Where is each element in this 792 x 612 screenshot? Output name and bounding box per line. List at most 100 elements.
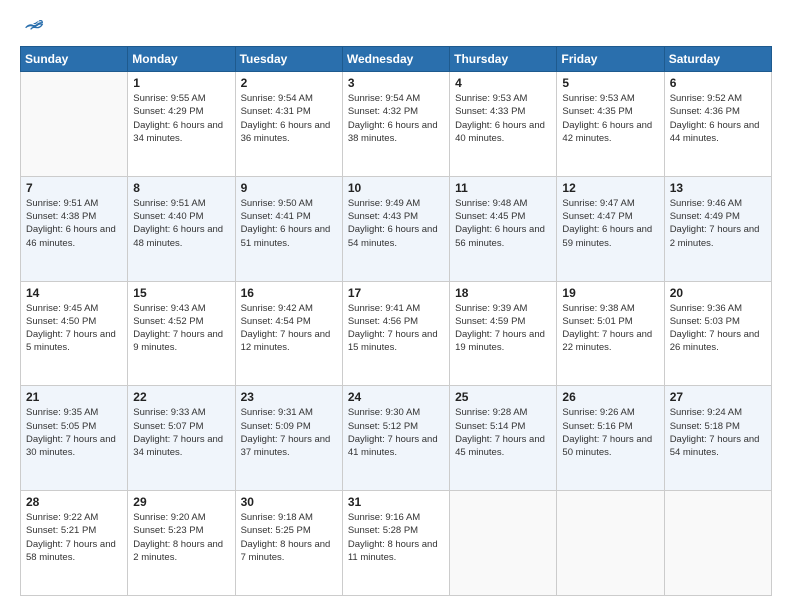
calendar-week-row: 21Sunrise: 9:35 AMSunset: 5:05 PMDayligh… xyxy=(21,386,772,491)
day-number: 31 xyxy=(348,495,444,509)
calendar-cell: 23 Sunrise: 9:31 AMSunset: 5:09 PMDayligh… xyxy=(235,386,342,491)
calendar-cell: 15Sunrise: 9:43 AMSunset: 4:52 PMDayligh… xyxy=(128,281,235,386)
day-number: 25 xyxy=(455,390,551,404)
day-number: 14 xyxy=(26,286,122,300)
day-info: Sunrise: 9:41 AMSunset: 4:56 PMDaylight:… xyxy=(348,302,444,355)
calendar-cell xyxy=(664,491,771,596)
day-number: 12 xyxy=(562,181,658,195)
calendar-cell: 14 Sunrise: 9:45 AMSunset: 4:50 PMDayligh… xyxy=(21,281,128,386)
calendar-cell xyxy=(21,72,128,177)
calendar-header-monday: Monday xyxy=(128,47,235,72)
calendar-cell: 13 Sunrise: 9:46 AMSunset: 4:49 PMDayligh… xyxy=(664,176,771,281)
day-info: Sunrise: 9:20 AMSunset: 5:23 PMDaylight:… xyxy=(133,511,229,564)
calendar-table: SundayMondayTuesdayWednesdayThursdayFrid… xyxy=(20,46,772,596)
day-number: 2 xyxy=(241,76,337,90)
calendar-header-thursday: Thursday xyxy=(450,47,557,72)
calendar-header-tuesday: Tuesday xyxy=(235,47,342,72)
calendar-cell: 10 Sunrise: 9:49 AMSunset: 4:43 PMDayligh… xyxy=(342,176,449,281)
calendar-cell: 2 Sunrise: 9:54 AMSunset: 4:31 PMDaylight… xyxy=(235,72,342,177)
calendar-header-friday: Friday xyxy=(557,47,664,72)
calendar-cell: 1Sunrise: 9:55 AMSunset: 4:29 PMDaylight… xyxy=(128,72,235,177)
day-info: Sunrise: 9:55 AMSunset: 4:29 PMDaylight:… xyxy=(133,92,229,145)
day-info: Sunrise: 9:54 AMSunset: 4:31 PMDaylight:… xyxy=(241,92,337,145)
day-info: Sunrise: 9:47 AMSunset: 4:47 PMDaylight:… xyxy=(562,197,658,250)
calendar-cell: 7 Sunrise: 9:51 AMSunset: 4:38 PMDaylight… xyxy=(21,176,128,281)
day-info: Sunrise: 9:33 AMSunset: 5:07 PMDaylight:… xyxy=(133,406,229,459)
day-number: 24 xyxy=(348,390,444,404)
day-number: 20 xyxy=(670,286,766,300)
day-info: Sunrise: 9:36 AMSunset: 5:03 PMDaylight:… xyxy=(670,302,766,355)
calendar-cell: 30 Sunrise: 9:18 AMSunset: 5:25 PMDayligh… xyxy=(235,491,342,596)
day-number: 27 xyxy=(670,390,766,404)
day-number: 9 xyxy=(241,181,337,195)
calendar-cell: 16 Sunrise: 9:42 AMSunset: 4:54 PMDayligh… xyxy=(235,281,342,386)
day-number: 19 xyxy=(562,286,658,300)
day-info: Sunrise: 9:39 AMSunset: 4:59 PMDaylight:… xyxy=(455,302,551,355)
day-info: Sunrise: 9:42 AMSunset: 4:54 PMDaylight:… xyxy=(241,302,337,355)
day-number: 23 xyxy=(241,390,337,404)
day-info: Sunrise: 9:51 AMSunset: 4:40 PMDaylight:… xyxy=(133,197,229,250)
calendar-cell: 24 Sunrise: 9:30 AMSunset: 5:12 PMDayligh… xyxy=(342,386,449,491)
header xyxy=(20,16,772,36)
day-number: 6 xyxy=(670,76,766,90)
day-number: 17 xyxy=(348,286,444,300)
calendar-cell: 27 Sunrise: 9:24 AMSunset: 5:18 PMDayligh… xyxy=(664,386,771,491)
day-info: Sunrise: 9:53 AMSunset: 4:33 PMDaylight:… xyxy=(455,92,551,145)
day-info: Sunrise: 9:35 AMSunset: 5:05 PMDaylight:… xyxy=(26,406,122,459)
logo-bird-icon xyxy=(24,16,44,36)
day-number: 18 xyxy=(455,286,551,300)
calendar-cell: 9 Sunrise: 9:50 AMSunset: 4:41 PMDaylight… xyxy=(235,176,342,281)
calendar-cell: 11Sunrise: 9:48 AMSunset: 4:45 PMDayligh… xyxy=(450,176,557,281)
day-number: 4 xyxy=(455,76,551,90)
logo xyxy=(20,16,46,36)
day-number: 13 xyxy=(670,181,766,195)
calendar-cell: 25Sunrise: 9:28 AMSunset: 5:14 PMDayligh… xyxy=(450,386,557,491)
page: SundayMondayTuesdayWednesdayThursdayFrid… xyxy=(0,0,792,612)
calendar-cell: 21Sunrise: 9:35 AMSunset: 5:05 PMDayligh… xyxy=(21,386,128,491)
day-number: 11 xyxy=(455,181,551,195)
day-number: 22 xyxy=(133,390,229,404)
calendar-cell: 5 Sunrise: 9:53 AMSunset: 4:35 PMDaylight… xyxy=(557,72,664,177)
calendar-cell: 4 Sunrise: 9:53 AMSunset: 4:33 PMDaylight… xyxy=(450,72,557,177)
day-info: Sunrise: 9:46 AMSunset: 4:49 PMDaylight:… xyxy=(670,197,766,250)
day-info: Sunrise: 9:45 AMSunset: 4:50 PMDaylight:… xyxy=(26,302,122,355)
day-number: 26 xyxy=(562,390,658,404)
day-info: Sunrise: 9:50 AMSunset: 4:41 PMDaylight:… xyxy=(241,197,337,250)
day-info: Sunrise: 9:51 AMSunset: 4:38 PMDaylight:… xyxy=(26,197,122,250)
calendar-cell: 12 Sunrise: 9:47 AMSunset: 4:47 PMDayligh… xyxy=(557,176,664,281)
calendar-week-row: 28Sunrise: 9:22 AMSunset: 5:21 PMDayligh… xyxy=(21,491,772,596)
day-info: Sunrise: 9:22 AMSunset: 5:21 PMDaylight:… xyxy=(26,511,122,564)
day-info: Sunrise: 9:30 AMSunset: 5:12 PMDaylight:… xyxy=(348,406,444,459)
day-number: 7 xyxy=(26,181,122,195)
calendar-cell: 31 Sunrise: 9:16 AMSunset: 5:28 PMDayligh… xyxy=(342,491,449,596)
day-number: 16 xyxy=(241,286,337,300)
calendar-header-row: SundayMondayTuesdayWednesdayThursdayFrid… xyxy=(21,47,772,72)
day-number: 5 xyxy=(562,76,658,90)
calendar-cell xyxy=(557,491,664,596)
day-number: 8 xyxy=(133,181,229,195)
calendar-cell: 20 Sunrise: 9:36 AMSunset: 5:03 PMDayligh… xyxy=(664,281,771,386)
day-info: Sunrise: 9:53 AMSunset: 4:35 PMDaylight:… xyxy=(562,92,658,145)
day-info: Sunrise: 9:24 AMSunset: 5:18 PMDaylight:… xyxy=(670,406,766,459)
day-info: Sunrise: 9:38 AMSunset: 5:01 PMDaylight:… xyxy=(562,302,658,355)
day-number: 29 xyxy=(133,495,229,509)
calendar-cell: 8 Sunrise: 9:51 AMSunset: 4:40 PMDaylight… xyxy=(128,176,235,281)
calendar-cell: 26 Sunrise: 9:26 AMSunset: 5:16 PMDayligh… xyxy=(557,386,664,491)
day-number: 30 xyxy=(241,495,337,509)
calendar-cell: 3Sunrise: 9:54 AMSunset: 4:32 PMDaylight… xyxy=(342,72,449,177)
day-number: 10 xyxy=(348,181,444,195)
calendar-cell: 18 Sunrise: 9:39 AMSunset: 4:59 PMDayligh… xyxy=(450,281,557,386)
day-info: Sunrise: 9:31 AMSunset: 5:09 PMDaylight:… xyxy=(241,406,337,459)
calendar-header-wednesday: Wednesday xyxy=(342,47,449,72)
calendar-header-sunday: Sunday xyxy=(21,47,128,72)
day-info: Sunrise: 9:18 AMSunset: 5:25 PMDaylight:… xyxy=(241,511,337,564)
calendar-week-row: 7 Sunrise: 9:51 AMSunset: 4:38 PMDaylight… xyxy=(21,176,772,281)
day-info: Sunrise: 9:26 AMSunset: 5:16 PMDaylight:… xyxy=(562,406,658,459)
calendar-cell: 19 Sunrise: 9:38 AMSunset: 5:01 PMDayligh… xyxy=(557,281,664,386)
day-info: Sunrise: 9:43 AMSunset: 4:52 PMDaylight:… xyxy=(133,302,229,355)
day-info: Sunrise: 9:49 AMSunset: 4:43 PMDaylight:… xyxy=(348,197,444,250)
calendar-cell: 29 Sunrise: 9:20 AMSunset: 5:23 PMDayligh… xyxy=(128,491,235,596)
day-info: Sunrise: 9:54 AMSunset: 4:32 PMDaylight:… xyxy=(348,92,444,145)
day-info: Sunrise: 9:16 AMSunset: 5:28 PMDaylight:… xyxy=(348,511,444,564)
day-info: Sunrise: 9:52 AMSunset: 4:36 PMDaylight:… xyxy=(670,92,766,145)
